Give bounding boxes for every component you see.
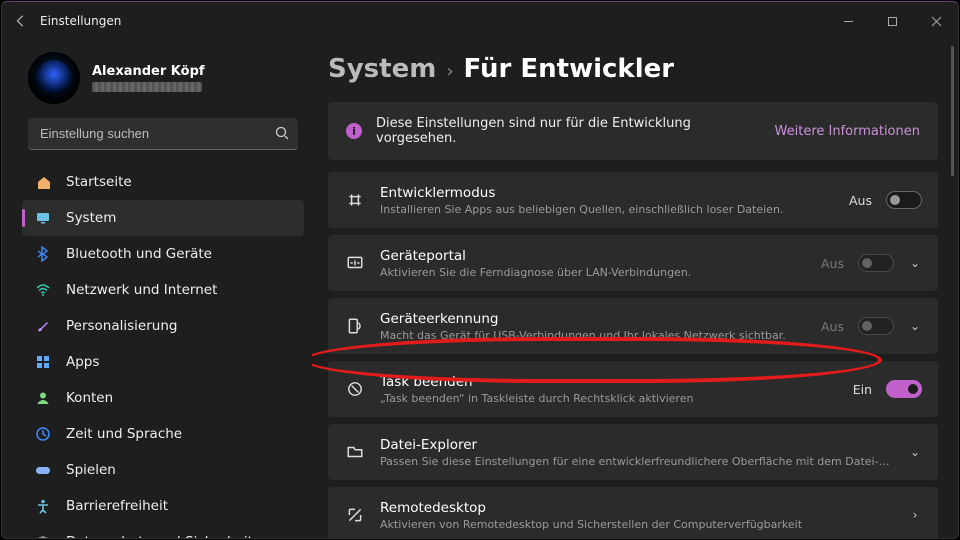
- toggle-state-label: Ein: [853, 382, 872, 397]
- game-icon: [34, 461, 52, 479]
- setting-row-remotedesktop[interactable]: Remotedesktop Aktivieren von Remotedeskto…: [328, 487, 938, 538]
- toggle-state-label: Aus: [821, 256, 844, 271]
- toggle-state-label: Aus: [849, 193, 872, 208]
- row-title: Geräteportal: [380, 248, 807, 264]
- devmode-icon: [344, 191, 366, 209]
- row-title: Remotedesktop: [380, 500, 894, 516]
- breadcrumb-leaf: Für Entwickler: [464, 54, 675, 84]
- info-banner-text: Diese Einstellungen sind nur für die Ent…: [376, 116, 761, 146]
- sidebar-item-label: Spielen: [66, 462, 116, 478]
- sidebar-item-label: Personalisierung: [66, 318, 177, 334]
- setting-row-deviceportal[interactable]: Geräteportal Aktivieren Sie die Ferndiagn…: [328, 235, 938, 291]
- setting-row-endtask: Task beenden „Task beenden“ in Taskleiste…: [328, 361, 938, 417]
- row-subtitle: „Task beenden“ in Taskleiste durch Recht…: [380, 392, 839, 405]
- deviceportal-icon: [344, 254, 366, 272]
- sidebar-item-brush[interactable]: Personalisierung: [22, 308, 304, 344]
- info-icon: i: [346, 123, 362, 139]
- row-subtitle: Aktivieren Sie die Ferndiagnose über LAN…: [380, 266, 807, 279]
- access-icon: [34, 497, 52, 515]
- chevron-right-icon: ›: [446, 61, 453, 82]
- sidebar-item-home[interactable]: Startseite: [22, 164, 304, 200]
- search-input[interactable]: [28, 118, 298, 150]
- sidebar-item-wifi[interactable]: Netzwerk und Internet: [22, 272, 304, 308]
- row-subtitle: Passen Sie diese Einstellungen für eine …: [380, 455, 894, 468]
- close-button[interactable]: [914, 2, 958, 40]
- remotedesktop-icon: [344, 506, 366, 524]
- sidebar-item-label: Netzwerk und Internet: [66, 282, 217, 298]
- sidebar-item-game[interactable]: Spielen: [22, 452, 304, 488]
- discovery-icon: [344, 317, 366, 335]
- sidebar-item-label: Konten: [66, 390, 113, 406]
- home-icon: [34, 173, 52, 191]
- sidebar-item-label: Bluetooth und Geräte: [66, 246, 212, 262]
- chevron-down-icon: ⌄: [908, 445, 922, 459]
- chevron-down-icon: ⌄: [908, 319, 922, 333]
- toggle-deviceportal: [858, 254, 894, 272]
- sidebar-item-access[interactable]: Barrierefreiheit: [22, 488, 304, 524]
- sidebar-item-label: Startseite: [66, 174, 132, 190]
- chevron-right-icon: ›: [908, 508, 922, 522]
- account-block[interactable]: Alexander Köpf: [22, 48, 304, 118]
- toggle-discovery: [858, 317, 894, 335]
- search-icon: [274, 125, 290, 141]
- sidebar-item-label: Datenschutz und Sicherheit: [66, 534, 253, 538]
- setting-row-explorer[interactable]: Datei-Explorer Passen Sie diese Einstellu…: [328, 424, 938, 480]
- maximize-button[interactable]: [870, 2, 914, 40]
- explorer-icon: [344, 443, 366, 461]
- apps-icon: [34, 353, 52, 371]
- avatar: [28, 52, 80, 104]
- sidebar-item-label: Barrierefreiheit: [66, 498, 168, 514]
- row-title: Geräteerkennung: [380, 311, 807, 327]
- sidebar-item-label: Apps: [66, 354, 99, 370]
- sidebar-item-person[interactable]: Konten: [22, 380, 304, 416]
- row-title: Entwicklermodus: [380, 185, 835, 201]
- shield-icon: [34, 533, 52, 538]
- sidebar-item-system[interactable]: System: [22, 200, 304, 236]
- window-title: Einstellungen: [40, 14, 121, 28]
- sidebar-item-apps[interactable]: Apps: [22, 344, 304, 380]
- wifi-icon: [34, 281, 52, 299]
- sidebar-item-clock[interactable]: Zeit und Sprache: [22, 416, 304, 452]
- brush-icon: [34, 317, 52, 335]
- breadcrumb: System › Für Entwickler: [328, 54, 938, 84]
- account-name: Alexander Köpf: [92, 64, 205, 79]
- bluetooth-icon: [34, 245, 52, 263]
- row-subtitle: Aktivieren von Remotedesktop und Sichers…: [380, 518, 894, 531]
- clock-icon: [34, 425, 52, 443]
- setting-row-discovery[interactable]: Geräteerkennung Macht das Gerät für USB-V…: [328, 298, 938, 354]
- sidebar-item-label: System: [66, 210, 116, 226]
- info-banner: i Diese Einstellungen sind nur für die E…: [328, 102, 938, 160]
- toggle-devmode[interactable]: [886, 191, 922, 209]
- toggle-state-label: Aus: [821, 319, 844, 334]
- sidebar-item-shield[interactable]: Datenschutz und Sicherheit: [22, 524, 304, 538]
- system-icon: [34, 209, 52, 227]
- main-scrollbar[interactable]: [951, 46, 954, 176]
- toggle-endtask[interactable]: [886, 380, 922, 398]
- back-button[interactable]: [2, 2, 40, 40]
- minimize-button[interactable]: [826, 2, 870, 40]
- row-title: Task beenden: [380, 374, 839, 390]
- person-icon: [34, 389, 52, 407]
- row-subtitle: Installieren Sie Apps aus beliebigen Que…: [380, 203, 835, 216]
- row-title: Datei-Explorer: [380, 437, 894, 453]
- sidebar-item-bluetooth[interactable]: Bluetooth und Geräte: [22, 236, 304, 272]
- setting-row-devmode: Entwicklermodus Installieren Sie Apps aus…: [328, 172, 938, 228]
- endtask-icon: [344, 380, 366, 398]
- row-subtitle: Macht das Gerät für USB-Verbindungen und…: [380, 329, 807, 342]
- sidebar-item-label: Zeit und Sprache: [66, 426, 182, 442]
- breadcrumb-root[interactable]: System: [328, 54, 436, 84]
- chevron-down-icon: ⌄: [908, 256, 922, 270]
- account-email: [92, 82, 202, 92]
- info-banner-link[interactable]: Weitere Informationen: [775, 124, 920, 139]
